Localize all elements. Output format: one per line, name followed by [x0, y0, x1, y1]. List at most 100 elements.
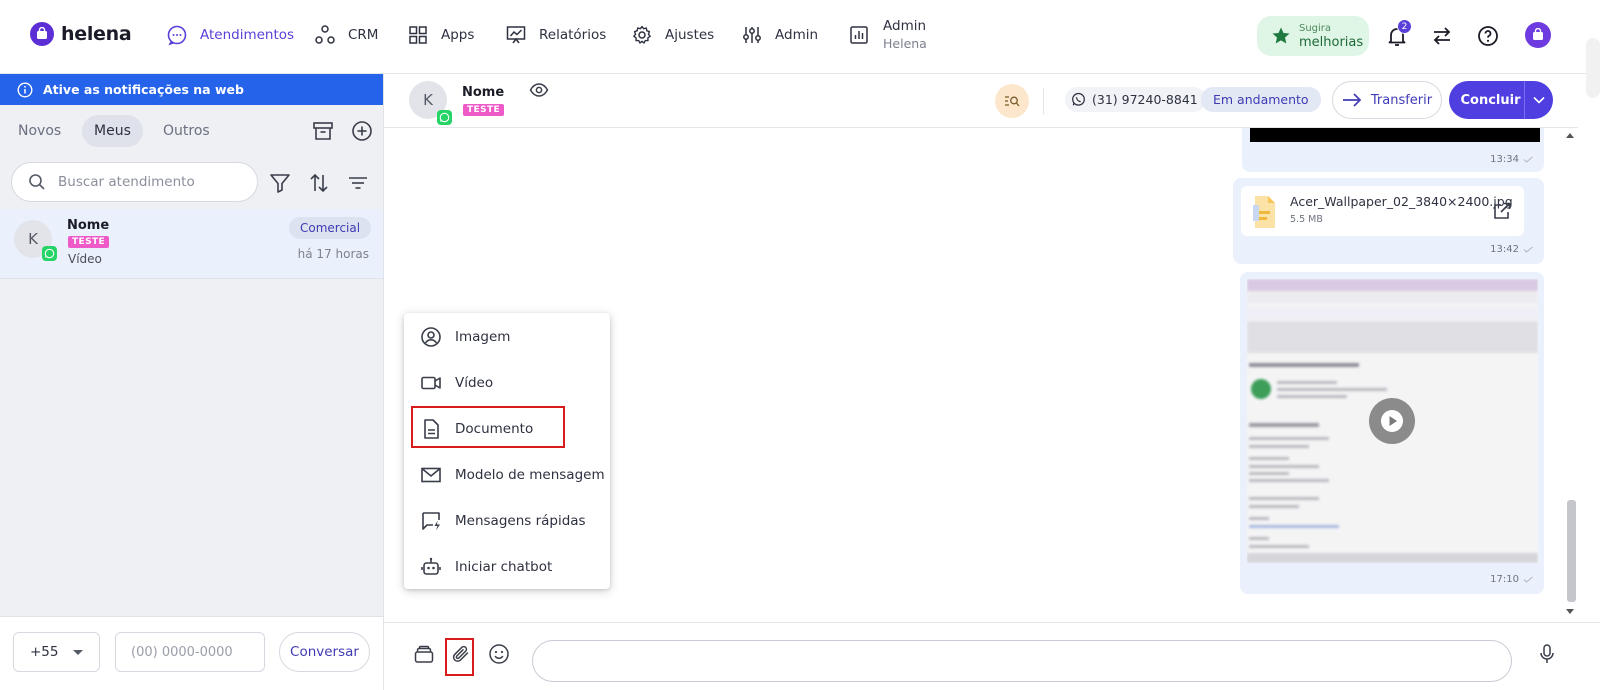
highlight-box-paperclip	[445, 638, 474, 676]
nav-crm[interactable]: CRM	[314, 24, 378, 46]
country-code-value: +55	[30, 644, 59, 660]
new-conversation-bar: +55 Conversar	[0, 616, 383, 690]
contact-name: Nome	[462, 85, 505, 100]
switch-arrows-icon[interactable]	[1430, 24, 1454, 48]
brand-logo[interactable]: helena	[30, 22, 132, 46]
nav-label: Ajustes	[665, 27, 715, 43]
contact-phone: (31) 97240-8841	[1092, 92, 1198, 107]
transfer-button[interactable]: Transferir	[1332, 81, 1442, 119]
emoji-icon[interactable]	[486, 641, 512, 667]
tab-novos[interactable]: Novos	[6, 115, 73, 147]
search-input[interactable]	[58, 174, 238, 190]
sliders-icon	[741, 24, 763, 46]
nav-label: Apps	[441, 27, 475, 43]
nav-ajustes[interactable]: Ajustes	[631, 24, 714, 46]
check-icon	[1523, 576, 1534, 583]
phone-number-input[interactable]	[115, 632, 265, 672]
whatsapp-icon	[42, 246, 57, 261]
filter-icon[interactable]	[268, 171, 292, 195]
menu-item-label: Mensagens rápidas	[455, 513, 586, 529]
nav-label: Relatórios	[539, 27, 607, 43]
conversation-time: há 17 horas	[297, 247, 369, 261]
menu-item-iniciar-chatbot[interactable]: Iniciar chatbot	[404, 544, 610, 590]
add-circle-icon[interactable]	[350, 119, 374, 143]
tab-meus[interactable]: Meus	[82, 115, 143, 147]
nav-label: CRM	[348, 27, 379, 43]
web-notifications-banner[interactable]: Ative as notificações na web	[0, 74, 383, 105]
nav-relatorios[interactable]: Relatórios	[505, 24, 606, 46]
open-external-icon[interactable]	[1492, 201, 1512, 221]
stack-icon[interactable]	[411, 641, 437, 667]
report-bars-icon	[848, 24, 870, 46]
suggest-improvements-button[interactable]: Sugira melhorias	[1257, 16, 1369, 56]
file-card[interactable]: Acer_Wallpaper_02_3840×2400.jpg 5.5 MB	[1241, 186, 1524, 236]
user-avatar[interactable]	[1525, 22, 1551, 48]
conclude-label: Concluir	[1460, 92, 1521, 108]
contact-tag: TESTE	[68, 236, 110, 248]
conversation-list-panel: Ative as notificações na web Novos Meus …	[0, 74, 384, 690]
nav-label: Admin	[775, 27, 819, 43]
sort-arrows-icon[interactable]	[307, 171, 331, 195]
message-time-text: 13:34	[1490, 154, 1519, 165]
video-thumbnail[interactable]	[1247, 279, 1538, 563]
menu-item-label: Imagem	[455, 329, 511, 345]
nav-atendimentos[interactable]: Atendimentos	[166, 24, 294, 46]
menu-item-mensagens-rapidas[interactable]: Mensagens rápidas	[404, 498, 610, 544]
scroll-down-arrow-icon[interactable]	[1566, 609, 1574, 614]
caret-down-icon	[73, 650, 83, 655]
nav-apps[interactable]: Apps	[407, 24, 474, 46]
play-icon[interactable]	[1369, 398, 1415, 444]
chevron-down-icon[interactable]	[1525, 96, 1553, 104]
conclude-button[interactable]: Concluir	[1449, 81, 1553, 119]
eye-icon[interactable]	[529, 82, 549, 98]
user-circle-icon	[420, 326, 442, 348]
conversation-item[interactable]: K Nome TESTE Vídeo Comercial há 17 horas	[0, 209, 383, 279]
brand-name: helena	[61, 23, 132, 45]
tab-outros[interactable]: Outros	[151, 115, 222, 147]
video-camera-icon	[420, 372, 442, 394]
notification-count-badge: 2	[1397, 19, 1412, 34]
message-composer	[384, 622, 1600, 690]
brand-bag-icon	[30, 22, 54, 46]
menu-item-video[interactable]: Vídeo	[404, 360, 610, 406]
header-divider	[1043, 88, 1044, 114]
thread-scroll-thumb[interactable]	[1567, 500, 1576, 602]
search-messages-icon[interactable]	[995, 84, 1029, 118]
crm-nodes-icon	[314, 24, 336, 46]
message-time-text: 17:10	[1490, 574, 1519, 585]
image-message[interactable]: 13:34	[1242, 128, 1544, 172]
page-scrollbar[interactable]	[1586, 38, 1600, 98]
menu-item-label: Iniciar chatbot	[455, 559, 553, 575]
message-input[interactable]	[532, 640, 1512, 682]
help-icon[interactable]	[1476, 24, 1500, 48]
nav-label: Atendimentos	[200, 27, 295, 43]
message-time: 17:10	[1490, 574, 1534, 585]
file-name: Acer_Wallpaper_02_3840×2400.jpg	[1290, 194, 1513, 209]
archive-icon[interactable]	[311, 119, 335, 143]
check-icon	[1523, 156, 1534, 163]
video-message[interactable]: 17:10	[1240, 272, 1544, 594]
chat-bubble-icon	[166, 24, 188, 46]
transfer-label: Transferir	[1370, 92, 1433, 108]
country-code-select[interactable]: +55	[13, 632, 100, 672]
menu-item-modelo-de-mensagem[interactable]: Modelo de mensagem	[404, 452, 610, 498]
whatsapp-icon	[437, 110, 452, 125]
scroll-up-arrow-icon[interactable]	[1566, 133, 1574, 138]
microphone-icon[interactable]	[1534, 641, 1560, 667]
last-message: Vídeo	[68, 252, 102, 266]
contact-phone-chip[interactable]: (31) 97240-8841	[1065, 87, 1206, 112]
message-time: 13:34	[1490, 154, 1534, 165]
whatsapp-icon	[1071, 92, 1086, 107]
account-title: Admin	[883, 18, 927, 34]
filter-lines-icon[interactable]	[346, 171, 370, 195]
file-message[interactable]: Acer_Wallpaper_02_3840×2400.jpg 5.5 MB 1…	[1233, 178, 1544, 264]
nav-admin[interactable]: Admin	[741, 24, 818, 46]
image-preview[interactable]	[1250, 128, 1540, 142]
file-image-icon	[1252, 195, 1276, 229]
account-switcher[interactable]: Admin Helena	[848, 17, 927, 53]
search-box[interactable]	[11, 162, 258, 202]
menu-item-imagem[interactable]: Imagem	[404, 314, 610, 360]
message-time-text: 13:42	[1490, 244, 1519, 255]
chart-board-icon	[505, 24, 527, 46]
start-conversation-button[interactable]: Conversar	[279, 632, 370, 672]
